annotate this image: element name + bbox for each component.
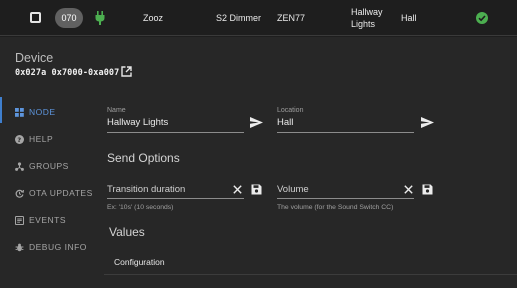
location-cell: Hall [401, 13, 417, 23]
bug-icon [15, 243, 24, 251]
clear-icon[interactable] [233, 185, 242, 194]
node-detail-panel: Device 0x027a 0x7000-0xa007 NODE ? HELP … [0, 37, 517, 288]
configuration-expander[interactable]: Configuration [104, 248, 517, 275]
save-icon[interactable] [251, 184, 262, 195]
tab-events[interactable]: EVENTS [15, 213, 66, 227]
transition-field-underline [107, 198, 244, 199]
location-field[interactable]: Hall [277, 117, 293, 128]
tab-groups-label: GROUPS [29, 161, 69, 171]
grid-icon [15, 107, 24, 117]
transition-hint: Ex: '10s' (10 seconds) [107, 204, 174, 211]
device-identifier: 0x027a 0x7000-0xa007 [15, 68, 120, 78]
open-in-new-icon[interactable] [121, 66, 132, 77]
send-options-title: Send Options [107, 151, 180, 165]
node-id-chip: 070 [55, 8, 83, 28]
row-select-checkbox[interactable] [30, 12, 41, 23]
device-title: Device [15, 51, 54, 65]
tab-events-label: EVENTS [29, 215, 67, 225]
status-ok-icon [476, 12, 488, 24]
transition-duration-field[interactable]: Transition duration [107, 184, 185, 195]
volume-field-underline [277, 198, 414, 199]
tab-node[interactable]: NODE [15, 105, 56, 119]
tab-help[interactable]: ? HELP [15, 132, 53, 146]
send-icon[interactable] [250, 117, 263, 128]
volume-hint: The volume (for the Sound Switch CC) [277, 204, 394, 211]
node-table-row[interactable]: 070 Zooz S2 Dimmer ZEN77 Hallway Lights … [0, 0, 517, 36]
help-icon: ? [15, 134, 24, 144]
tab-debug-info-label: DEBUG INFO [29, 242, 87, 252]
tab-node-label: NODE [29, 107, 56, 117]
product-cell: S2 Dimmer [216, 13, 262, 23]
name-field-underline [107, 132, 244, 133]
model-cell: ZEN77 [277, 13, 306, 23]
tab-groups[interactable]: GROUPS [15, 159, 69, 173]
update-icon [15, 189, 24, 198]
save-icon[interactable] [422, 184, 433, 195]
location-field-label: Location [277, 107, 304, 114]
name-cell: Hallway Lights [351, 7, 383, 29]
location-field-underline [277, 132, 414, 133]
svg-text:?: ? [17, 136, 21, 144]
name-field[interactable]: Hallway Lights [107, 117, 168, 128]
tab-ota-updates[interactable]: OTA UPDATES [15, 186, 93, 200]
values-title: Values [109, 225, 145, 239]
clear-icon[interactable] [404, 185, 413, 194]
events-icon [15, 215, 24, 225]
manufacturer-cell: Zooz [143, 13, 164, 23]
tab-ota-updates-label: OTA UPDATES [29, 188, 93, 198]
volume-field[interactable]: Volume [277, 184, 309, 195]
tab-debug-info[interactable]: DEBUG INFO [15, 240, 87, 254]
groups-icon [15, 161, 24, 171]
power-plug-icon [95, 11, 105, 25]
name-field-label: Name [107, 107, 126, 114]
send-icon[interactable] [421, 117, 434, 128]
configuration-label: Configuration [114, 257, 165, 267]
active-tab-indicator [0, 97, 2, 123]
tab-help-label: HELP [29, 134, 54, 144]
